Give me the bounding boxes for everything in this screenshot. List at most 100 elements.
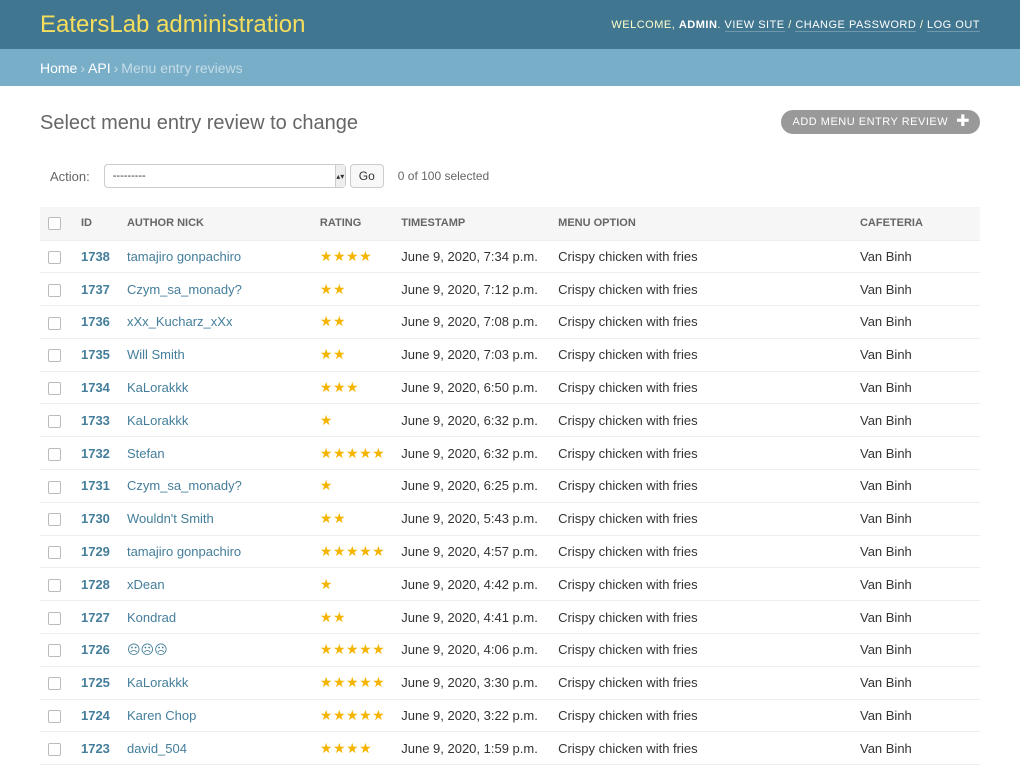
row-checkbox[interactable] <box>48 710 61 724</box>
review-id-link[interactable]: 1725 <box>81 675 110 690</box>
review-id-link[interactable]: 1733 <box>81 413 110 428</box>
review-id-link[interactable]: 1735 <box>81 347 110 362</box>
star-icon: ★ <box>372 444 386 461</box>
star-icon: ★ <box>359 707 373 724</box>
author-nick-link[interactable]: KaLorakkk <box>127 675 188 690</box>
table-row: 1735 Will Smith ★★ June 9, 2020, 7:03 p.m. C… <box>40 338 980 372</box>
table-row: 1730 Wouldn't Smith ★★ June 9, 2020, 5:43 p… <box>40 502 980 536</box>
review-id-link[interactable]: 1734 <box>81 380 110 395</box>
row-checkbox[interactable] <box>48 414 61 428</box>
add-menu-entry-review-button[interactable]: Add menu entry review ✚ <box>780 110 980 134</box>
author-nick-link[interactable]: Kondrad <box>127 610 176 625</box>
review-id-link[interactable]: 1737 <box>81 282 110 297</box>
rating-cell: ★★★★★ <box>311 666 394 700</box>
review-id-link[interactable]: 1728 <box>81 577 110 592</box>
row-checkbox[interactable] <box>48 316 61 330</box>
review-id-link[interactable]: 1723 <box>81 741 110 756</box>
author-nick-link[interactable]: Karen Chop <box>127 708 196 723</box>
author-nick-link[interactable]: xXx_Kucharz_xXx <box>127 314 233 329</box>
author-nick-cell: Stefan <box>118 436 312 471</box>
row-checkbox[interactable] <box>48 250 61 264</box>
go-button[interactable]: Go <box>349 164 384 188</box>
column-header-id[interactable]: ID <box>72 207 119 241</box>
star-icon: ★ <box>346 739 360 756</box>
star-icon: ★ <box>359 641 373 658</box>
menu-option-cell: Crispy chicken with fries <box>550 338 852 372</box>
breadcrumb-home[interactable]: Home <box>40 60 77 76</box>
author-nick-link[interactable]: Wouldn't Smith <box>127 511 214 526</box>
row-checkbox[interactable] <box>48 447 61 461</box>
row-checkbox[interactable] <box>48 546 61 560</box>
author-nick-link[interactable]: ☹☹☹ <box>127 642 168 657</box>
change-password-link[interactable]: Change password <box>795 18 917 32</box>
author-nick-link[interactable]: Will Smith <box>127 347 185 362</box>
author-nick-cell: KaLorakkk <box>118 371 312 405</box>
cafeteria-cell: Van Binh <box>851 699 980 733</box>
row-checkbox[interactable] <box>48 644 61 658</box>
view-site-link[interactable]: View site <box>724 18 785 32</box>
menu-option-cell: Crispy chicken with fries <box>550 305 852 339</box>
review-id-link[interactable]: 1729 <box>81 544 110 559</box>
review-id-link[interactable]: 1724 <box>81 708 110 723</box>
site-brand[interactable]: EatersLab administration <box>40 11 305 39</box>
star-icon: ★ <box>332 280 347 297</box>
review-id-link[interactable]: 1730 <box>81 511 110 526</box>
author-nick-link[interactable]: KaLorakkk <box>127 380 188 395</box>
id-cell: 1728 <box>72 567 119 602</box>
row-checkbox[interactable] <box>48 677 61 691</box>
select-all-checkbox[interactable] <box>48 216 61 230</box>
cafeteria-cell: Van Binh <box>851 403 980 438</box>
author-nick-link[interactable]: xDean <box>127 577 165 592</box>
breadcrumb-api[interactable]: API <box>88 60 111 76</box>
row-checkbox[interactable] <box>48 349 61 363</box>
id-cell: 1733 <box>72 403 119 438</box>
row-checkbox[interactable] <box>48 578 61 592</box>
review-id-link[interactable]: 1738 <box>81 249 110 264</box>
column-header-rating[interactable]: Rating <box>311 207 394 241</box>
row-checkbox[interactable] <box>48 480 61 494</box>
star-icon: ★ <box>359 674 373 691</box>
menu-option-cell: Crispy chicken with fries <box>550 633 852 667</box>
author-nick-link[interactable]: Stefan <box>127 446 165 461</box>
column-header-author-nick[interactable]: Author nick <box>118 207 312 241</box>
review-id-link[interactable]: 1732 <box>81 446 110 461</box>
rating-cell: ★★ <box>311 600 394 635</box>
author-nick-cell: david_504 <box>118 731 312 765</box>
column-header-cafeteria[interactable]: Cafeteria <box>851 207 980 241</box>
star-icon: ★ <box>346 247 360 264</box>
column-header-timestamp[interactable]: Timestamp <box>393 207 551 241</box>
row-checkbox[interactable] <box>48 742 61 756</box>
id-cell: 1726 <box>72 633 119 667</box>
timestamp-cell: June 9, 2020, 7:12 p.m. <box>393 272 551 307</box>
star-icon: ★ <box>332 510 347 527</box>
author-nick-link[interactable]: tamajiro gonpachiro <box>127 249 241 264</box>
rating-stars: ★★★★★ <box>320 641 385 657</box>
author-nick-link[interactable]: Czym_sa_monady? <box>127 478 242 493</box>
updown-arrow-icon: ▴▾ <box>334 165 345 187</box>
star-icon: ★ <box>332 444 347 461</box>
star-icon: ★ <box>319 411 333 428</box>
author-nick-link[interactable]: Czym_sa_monady? <box>127 282 242 297</box>
cafeteria-cell: Van Binh <box>851 502 980 536</box>
timestamp-cell: June 9, 2020, 4:42 p.m. <box>393 567 551 602</box>
cafeteria-cell: Van Binh <box>851 371 980 405</box>
log-out-link[interactable]: Log out <box>926 18 980 32</box>
row-checkbox[interactable] <box>48 611 61 625</box>
author-nick-link[interactable]: tamajiro gonpachiro <box>127 544 241 559</box>
review-id-link[interactable]: 1727 <box>81 610 110 625</box>
row-checkbox[interactable] <box>48 513 61 527</box>
table-row: 1727 Kondrad ★★ June 9, 2020, 4:41 p.m. Cris… <box>40 600 980 635</box>
review-id-link[interactable]: 1736 <box>81 314 110 329</box>
review-id-link[interactable]: 1726 <box>81 642 110 657</box>
action-select[interactable]: --------- ▴▾ <box>103 164 346 188</box>
review-id-link[interactable]: 1731 <box>81 478 110 493</box>
author-nick-link[interactable]: david_504 <box>127 741 187 756</box>
column-header-menu-option[interactable]: Menu option <box>550 207 852 241</box>
rating-stars: ★ <box>320 477 333 493</box>
star-icon: ★ <box>319 346 333 363</box>
row-checkbox[interactable] <box>48 382 61 396</box>
author-nick-link[interactable]: KaLorakkk <box>127 413 188 428</box>
id-cell: 1735 <box>72 338 119 372</box>
row-checkbox[interactable] <box>48 283 61 297</box>
table-row: 1723 david_504 ★★★★ June 9, 2020, 1:59 p.m.… <box>40 731 980 765</box>
